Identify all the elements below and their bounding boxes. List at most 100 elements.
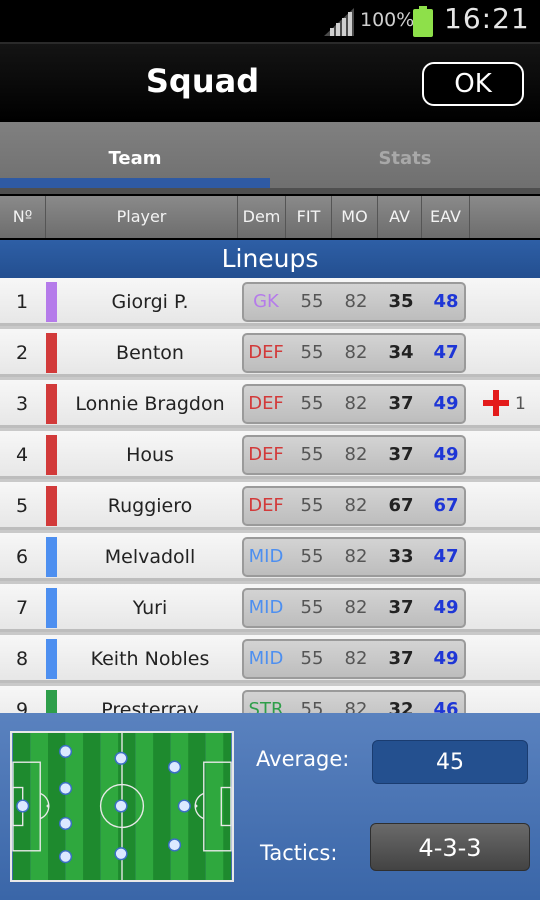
tactics-button[interactable]: 4-3-3	[370, 823, 530, 871]
player-stats-box[interactable]: MID 55 82 33 47	[242, 537, 466, 577]
player-number: 7	[15, 597, 29, 619]
player-fit: 55	[300, 648, 324, 669]
ok-button[interactable]: OK	[422, 62, 524, 106]
position-color-bar	[46, 486, 57, 526]
formation-player-dot[interactable]	[58, 744, 73, 759]
column-number[interactable]: Nº	[0, 196, 46, 238]
player-effective-average: 49	[433, 597, 459, 618]
tab-divider	[0, 188, 540, 194]
player-fit: 55	[300, 291, 324, 312]
battery-percent: 100%	[360, 9, 415, 31]
column-mo[interactable]: MO	[332, 196, 378, 238]
player-fit: 55	[300, 495, 324, 516]
player-stats-box[interactable]: DEF 55 82 37 49	[242, 384, 466, 424]
player-average: 32	[388, 699, 414, 713]
player-morale: 82	[344, 291, 368, 312]
player-number: 8	[15, 648, 29, 670]
player-position: DEF	[248, 444, 284, 465]
tab-bar: Team Stats	[0, 122, 540, 194]
formation-player-dot[interactable]	[114, 847, 128, 861]
position-color-bar	[46, 588, 57, 628]
player-fit: 55	[300, 546, 324, 567]
player-row[interactable]: 2 Benton DEF 55 82 34 47	[0, 329, 540, 377]
player-row[interactable]: 4 Hous DEF 55 82 37 49	[0, 431, 540, 479]
player-number: 1	[15, 291, 29, 313]
position-color-bar	[46, 435, 57, 475]
formation-pitch[interactable]	[10, 731, 234, 882]
player-number: 6	[15, 546, 29, 568]
player-morale: 82	[344, 648, 368, 669]
player-stats-box[interactable]: DEF 55 82 37 49	[242, 435, 466, 475]
player-row[interactable]: 9 Presterray STR 55 82 32 46	[0, 686, 540, 713]
player-stats-box[interactable]: STR 55 82 32 46	[242, 690, 466, 713]
player-effective-average: 47	[433, 342, 459, 363]
column-player[interactable]: Player	[46, 196, 238, 238]
player-fit: 55	[300, 444, 324, 465]
position-color-bar	[46, 537, 57, 577]
player-row[interactable]: 1 Giorgi P. GK 55 82 35 48	[0, 278, 540, 326]
player-name: Keith Nobles	[90, 648, 210, 670]
column-av[interactable]: AV	[378, 196, 422, 238]
player-morale: 82	[344, 444, 368, 465]
column-header: Nº Player Dem FIT MO AV EAV	[0, 196, 540, 238]
player-effective-average: 49	[433, 444, 459, 465]
active-tab-indicator	[0, 178, 270, 188]
title-bar: Squad OK	[0, 42, 540, 122]
player-average: 37	[388, 597, 414, 618]
average-label: Average:	[256, 747, 350, 771]
player-fit: 55	[300, 699, 324, 713]
player-stats-box[interactable]: DEF 55 82 67 67	[242, 486, 466, 526]
player-fit: 55	[300, 393, 324, 414]
player-position: STR	[248, 699, 284, 713]
formation-player-dot[interactable]	[114, 799, 128, 813]
formation-player-dot[interactable]	[177, 799, 191, 813]
player-row[interactable]: 7 Yuri MID 55 82 37 49	[0, 584, 540, 632]
formation-player-dot[interactable]	[114, 751, 128, 765]
position-color-bar	[46, 639, 57, 679]
player-effective-average: 46	[433, 699, 459, 713]
player-name: Hous	[126, 444, 174, 466]
player-number: 3	[15, 393, 29, 415]
player-row[interactable]: 8 Keith Nobles MID 55 82 37 49	[0, 635, 540, 683]
player-row[interactable]: 3 Lonnie Bragdon DEF 55 82 37 49 1	[0, 380, 540, 428]
player-row[interactable]: 5 Ruggiero DEF 55 82 67 67	[0, 482, 540, 530]
injury-count: 1	[515, 394, 526, 414]
summary-panel: Average: 45 Tactics: 4-3-3	[0, 713, 540, 900]
player-stats-box[interactable]: DEF 55 82 34 47	[242, 333, 466, 373]
player-name: Ruggiero	[107, 495, 193, 517]
column-eav[interactable]: EAV	[422, 196, 470, 238]
column-fit[interactable]: FIT	[286, 196, 332, 238]
player-morale: 82	[344, 495, 368, 516]
player-number: 9	[15, 699, 29, 713]
player-average: 35	[388, 291, 414, 312]
player-morale: 82	[344, 699, 368, 713]
player-average: 33	[388, 546, 414, 567]
player-effective-average: 49	[433, 393, 459, 414]
player-list[interactable]: 1 Giorgi P. GK 55 82 35 48 2 Benton DEF 55 82 34 47 3 L…	[0, 278, 540, 713]
formation-player-dot[interactable]	[167, 760, 182, 774]
player-number: 2	[15, 342, 29, 364]
formation-player-dot[interactable]	[58, 850, 73, 864]
player-stats-box[interactable]: MID 55 82 37 49	[242, 588, 466, 628]
tab-team[interactable]: Team	[0, 148, 270, 169]
player-effective-average: 48	[433, 291, 459, 312]
player-morale: 82	[344, 546, 368, 567]
formation-player-dot[interactable]	[58, 816, 73, 831]
player-stats-box[interactable]: GK 55 82 35 48	[242, 282, 466, 322]
player-stats-box[interactable]: MID 55 82 37 49	[242, 639, 466, 679]
player-name: Presterray	[101, 699, 199, 713]
formation-player-dot[interactable]	[167, 838, 182, 852]
formation-player-dot[interactable]	[16, 799, 30, 813]
player-name: Yuri	[132, 597, 168, 619]
red-cross-icon	[483, 390, 509, 416]
column-extra	[470, 196, 540, 238]
player-average: 37	[388, 648, 414, 669]
page-title: Squad	[145, 62, 260, 100]
player-row[interactable]: 6 Melvadoll MID 55 82 33 47	[0, 533, 540, 581]
column-dem[interactable]: Dem	[238, 196, 286, 238]
formation-player-dot[interactable]	[58, 781, 73, 796]
player-name: Benton	[116, 342, 184, 364]
player-name: Giorgi P.	[111, 291, 189, 313]
tab-stats[interactable]: Stats	[270, 148, 540, 169]
player-position: DEF	[248, 342, 284, 363]
